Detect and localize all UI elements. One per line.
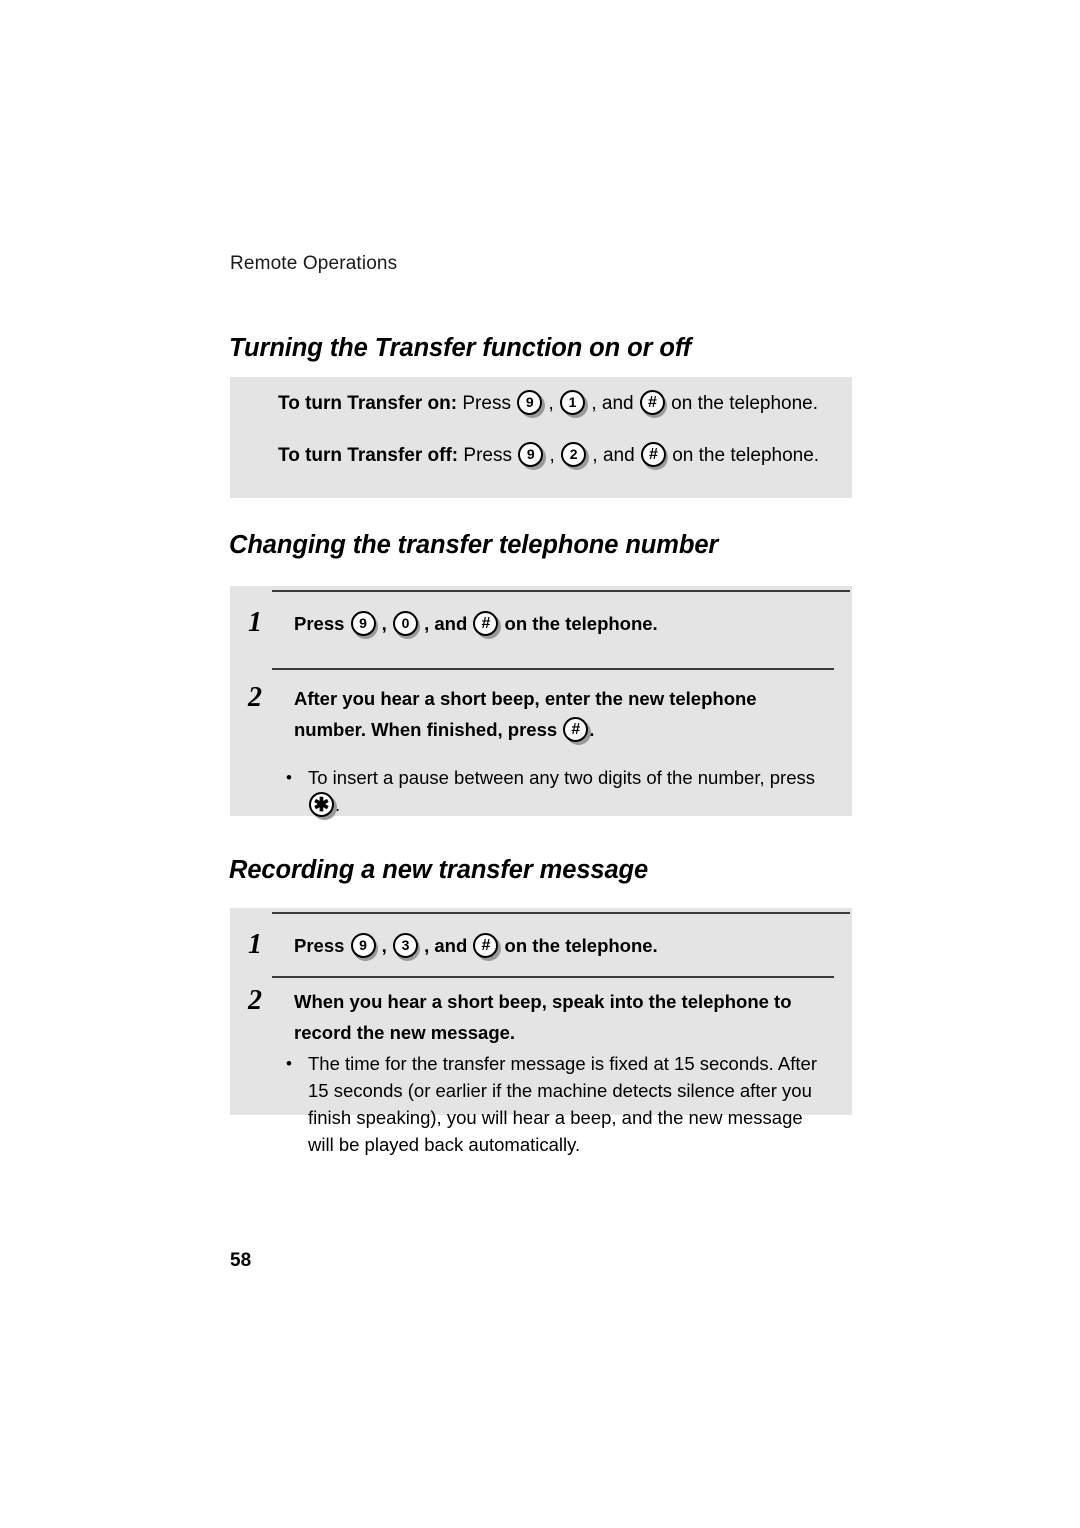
divider-top xyxy=(272,912,850,914)
step-sentence: After you hear a short beep, enter the n… xyxy=(294,688,757,740)
key-hash[interactable]: # xyxy=(473,611,501,639)
sep: , xyxy=(376,613,392,634)
key-hash[interactable]: # xyxy=(563,717,591,745)
key-2[interactable]: 2 xyxy=(561,442,589,470)
panel-recording: 1 Press 9 , 3 , and # on the telephone. … xyxy=(230,908,852,1155)
section-heading-recording: Recording a new transfer message xyxy=(229,856,649,884)
note-duration: • The time for the transfer message is f… xyxy=(286,1050,828,1158)
key-3[interactable]: 3 xyxy=(392,933,421,961)
transfer-on-press: Press xyxy=(457,393,517,414)
key-label: ✱ xyxy=(309,792,334,817)
step-1: 1 Press 9 , 3 , and # on the telephone. xyxy=(248,930,830,961)
divider-top xyxy=(272,590,850,592)
step-2: 2 When you hear a short beep, speak into… xyxy=(248,986,830,1048)
sep: , and xyxy=(587,445,640,466)
step-tail: on the telephone. xyxy=(499,613,658,634)
transfer-off-tail: on the telephone. xyxy=(666,445,820,466)
note-pause: • To insert a pause between any two digi… xyxy=(286,764,828,820)
transfer-on-label: To turn Transfer on: xyxy=(278,393,458,414)
bullet-icon: • xyxy=(286,768,292,787)
key-label: # xyxy=(639,390,665,415)
key-0[interactable]: 0 xyxy=(392,611,421,639)
key-label: 1 xyxy=(560,390,586,415)
step-number: 1 xyxy=(248,607,262,638)
transfer-off-press: Press xyxy=(458,445,518,466)
transfer-off-line: To turn Transfer off: Press 9 , 2 , and … xyxy=(278,442,820,470)
step-1: 1 Press 9 , 0 , and # on the telephone. xyxy=(248,608,830,639)
sep: , and xyxy=(418,613,473,634)
sep: , xyxy=(376,935,392,956)
key-label: # xyxy=(640,442,666,467)
document-page: Remote Operations Turning the Transfer f… xyxy=(0,0,1080,1528)
panel-changing: 1 Press 9 , 0 , and # on the telephone. … xyxy=(230,586,852,820)
sep: , xyxy=(544,445,561,466)
divider-between-steps xyxy=(272,976,834,978)
note-sentence: To insert a pause between any two digits… xyxy=(308,767,815,788)
sep: , and xyxy=(418,935,473,956)
sep: , and xyxy=(586,393,639,414)
key-label: 3 xyxy=(392,933,418,958)
step-number: 1 xyxy=(248,929,262,960)
step-text: After you hear a short beep, enter the n… xyxy=(294,683,830,745)
running-head: Remote Operations xyxy=(230,253,398,274)
step-press: Press xyxy=(294,935,350,956)
step-number: 2 xyxy=(248,682,262,713)
step-tail: on the telephone. xyxy=(499,935,658,956)
key-label: 0 xyxy=(392,611,418,636)
step-press: Press xyxy=(294,613,350,634)
key-9[interactable]: 9 xyxy=(517,390,545,418)
key-star[interactable]: ✱ xyxy=(309,792,337,820)
step-text: Press 9 , 3 , and # on the telephone. xyxy=(294,930,830,961)
key-label: 9 xyxy=(350,611,376,636)
section-heading-transfer: Turning the Transfer function on or off xyxy=(229,334,692,362)
key-label: 9 xyxy=(350,933,376,958)
transfer-on-line: To turn Transfer on: Press 9 , 1 , and #… xyxy=(278,390,819,418)
sep: , xyxy=(543,393,560,414)
note-text: The time for the transfer message is fix… xyxy=(308,1053,817,1155)
step-text: Press 9 , 0 , and # on the telephone. xyxy=(294,608,830,639)
panel-transfer: To turn Transfer on: Press 9 , 1 , and #… xyxy=(230,377,852,498)
key-hash[interactable]: # xyxy=(639,390,668,418)
key-9[interactable]: 9 xyxy=(518,442,546,470)
key-9[interactable]: 9 xyxy=(350,611,379,639)
step-number: 2 xyxy=(248,985,262,1016)
key-1[interactable]: 1 xyxy=(560,390,588,418)
transfer-off-label: To turn Transfer off: xyxy=(278,445,459,466)
section-heading-changing: Changing the transfer telephone number xyxy=(229,531,719,559)
step-2: 2 After you hear a short beep, enter the… xyxy=(248,683,830,745)
key-label: 2 xyxy=(561,442,587,467)
key-hash[interactable]: # xyxy=(473,933,501,961)
divider-between-steps xyxy=(272,668,834,670)
bullet-icon: • xyxy=(286,1054,292,1073)
note-text: To insert a pause between any two digits… xyxy=(308,764,828,820)
page-number: 58 xyxy=(230,1250,252,1271)
transfer-on-tail: on the telephone. xyxy=(665,393,819,414)
key-hash[interactable]: # xyxy=(640,442,669,470)
key-9[interactable]: 9 xyxy=(350,933,379,961)
step-text: When you hear a short beep, speak into t… xyxy=(294,991,792,1043)
